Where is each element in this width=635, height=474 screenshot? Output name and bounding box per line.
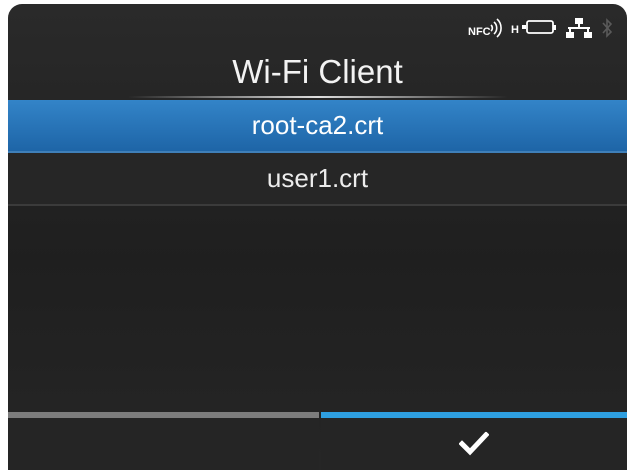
title-divider: [128, 96, 508, 98]
network-icon: [566, 17, 592, 39]
battery-label: H: [511, 24, 519, 36]
page-title: Wi-Fi Client: [232, 53, 403, 90]
list-item-root-ca2[interactable]: root-ca2.crt: [8, 100, 627, 153]
bluetooth-icon: [601, 17, 613, 39]
status-bar: NFC H: [468, 16, 613, 40]
list-item-user1[interactable]: user1.crt: [8, 153, 627, 206]
checkmark-icon: [458, 431, 490, 461]
softkey-bar: [8, 412, 627, 470]
back-softkey[interactable]: [8, 412, 319, 470]
printer-display: NFC H Wi-Fi Client root-ca2.crt user1.cr…: [8, 4, 627, 470]
nfc-label: NFC: [468, 26, 491, 38]
certificate-list: root-ca2.crt user1.crt: [8, 100, 627, 206]
confirm-softkey[interactable]: [321, 412, 627, 470]
battery-icon: H: [511, 17, 557, 39]
nfc-icon: NFC: [468, 17, 502, 39]
